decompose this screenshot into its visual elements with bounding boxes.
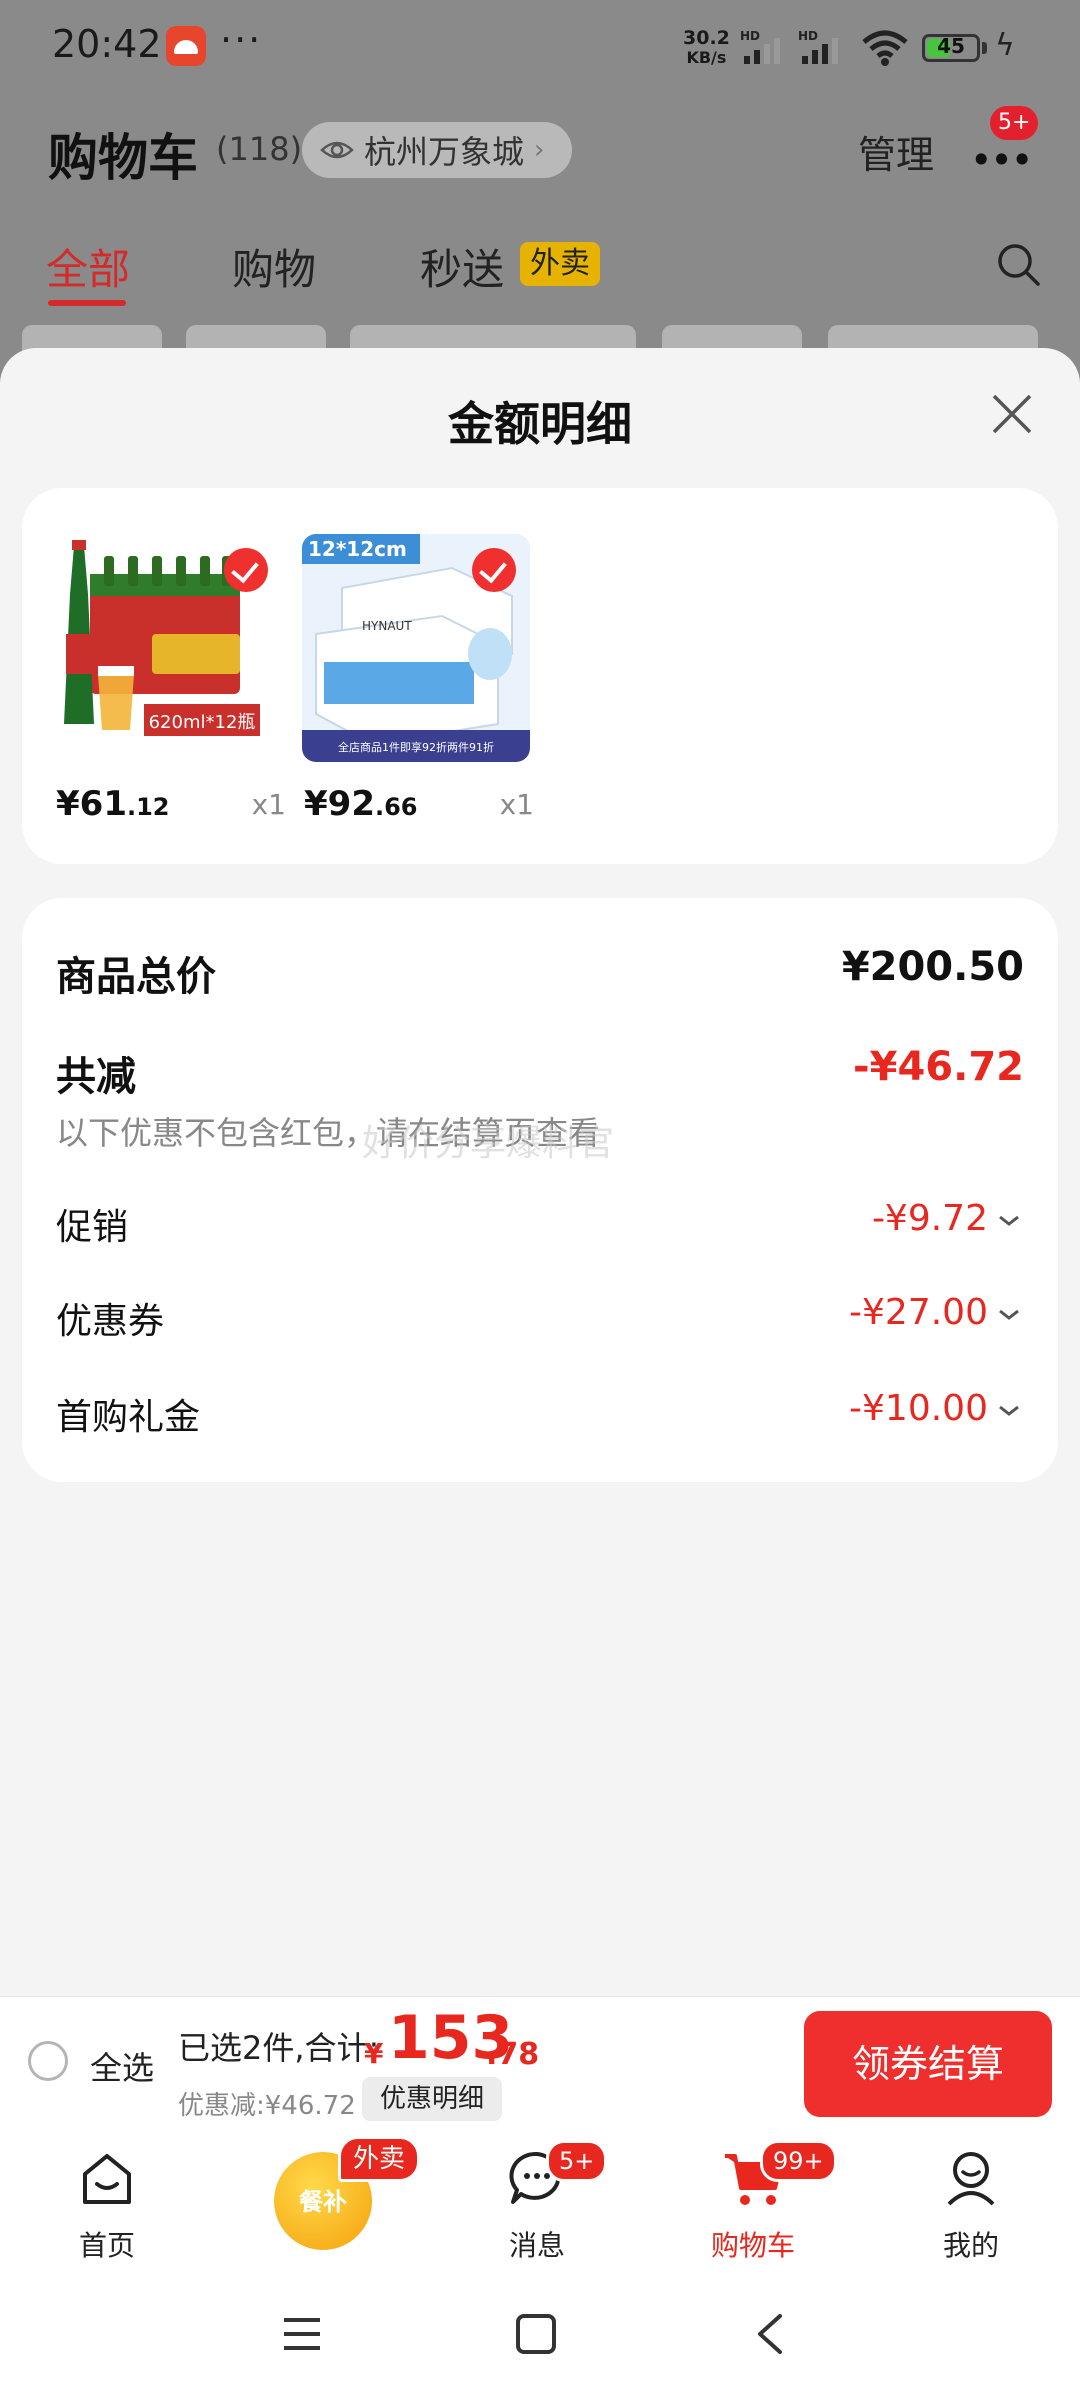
sheet-title: 金额明细	[448, 397, 632, 451]
recent-apps-icon[interactable]	[280, 2314, 324, 2354]
product-price-int: ¥92	[304, 784, 375, 824]
app-notification-icon	[166, 26, 206, 66]
system-navigation-bar	[0, 2270, 1080, 2400]
battery-level: 45	[937, 34, 965, 58]
coupon-label: 优惠券	[56, 1301, 165, 1342]
reduction-value: -¥46.72	[853, 1044, 1024, 1090]
search-icon[interactable]	[996, 242, 1042, 288]
product-price: ¥92.66	[304, 784, 418, 824]
product-quantity: x1	[499, 788, 534, 821]
eye-icon	[320, 141, 354, 159]
nav-profile[interactable]: 我的	[896, 2148, 1046, 2264]
watermark: 好价分享爆料官	[362, 1123, 615, 1164]
product-price-int: ¥61	[56, 784, 127, 824]
network-speed: 30.2 KB/s	[683, 28, 730, 68]
tab-all[interactable]: 全部	[46, 236, 130, 297]
bottom-tab-bar: 首页 5+ 消息 99+ 购物车 我的	[0, 2130, 1080, 2270]
total-price-value: ¥200.50	[841, 944, 1024, 990]
product-quantity: x1	[251, 788, 286, 821]
nav-home-label: 首页	[78, 2229, 135, 2262]
home-icon	[83, 2154, 131, 2204]
home-button-icon[interactable]	[514, 2312, 558, 2356]
product-price-dec: .66	[374, 793, 418, 821]
promotion-label: 促销	[56, 1207, 129, 1248]
nav-messages-label: 消息	[508, 2229, 565, 2262]
total-amount-dec: .78	[486, 2037, 540, 2072]
wipes-promo-caption: 全店商品1件即享92折两件91折	[338, 740, 494, 754]
price-detail-card: 商品总价 ¥200.50 共减 -¥46.72 以下优惠不包含红包，请在结算页查…	[22, 898, 1058, 1482]
amount-detail-sheet: 金额明细 620ml*12瓶 ¥61.12 x1 12*12cm HYNAUT …	[0, 348, 1080, 1998]
waimai-badge: 外卖	[338, 2136, 421, 2182]
back-icon[interactable]	[752, 2312, 788, 2356]
discount-detail-button[interactable]: 优惠明细	[362, 2077, 503, 2121]
nav-cart-label: 购物车	[710, 2229, 795, 2262]
wipes-size-label: 12*12cm	[308, 537, 407, 561]
product-item[interactable]: 12*12cm HYNAUT 全店商品1件即享92折两件91折 ¥92.66 x…	[302, 534, 534, 824]
cart-badge: 99+	[760, 2140, 837, 2182]
product-price: ¥61.12	[56, 784, 170, 824]
status-more-icon: ···	[220, 18, 263, 62]
signal-2-tag: HD	[798, 30, 818, 43]
signal-tag: HD	[740, 30, 760, 43]
checked-icon[interactable]	[472, 548, 516, 592]
wifi-icon	[862, 30, 908, 66]
active-tab-indicator	[48, 300, 126, 306]
checkout-button[interactable]: 领券结算	[804, 2011, 1052, 2117]
nav-cart[interactable]: 99+ 购物车	[678, 2140, 837, 2264]
waimai-tag: 外卖	[520, 242, 600, 286]
cart-count: (118)	[216, 130, 303, 168]
product-price-dec: .12	[126, 793, 170, 821]
chevron-down-icon[interactable]	[998, 1214, 1020, 1228]
nav-home[interactable]: 首页	[32, 2148, 182, 2264]
signal-2-icon: HD	[798, 30, 838, 64]
nav-profile-label: 我的	[942, 2229, 999, 2262]
location-selector[interactable]: 杭州万象城 ›	[302, 122, 573, 178]
battery-icon: 45	[922, 34, 980, 62]
wipes-brand: HYNAUT	[362, 619, 412, 633]
discount-note: 优惠减:¥46.72	[178, 2091, 356, 2121]
manage-button[interactable]: 管理	[858, 124, 934, 179]
beer-pack-label: 620ml*12瓶	[149, 712, 256, 733]
tab-instant-delivery[interactable]: 秒送	[420, 236, 504, 297]
location-label: 杭州万象城	[364, 133, 525, 171]
status-time: 20:42	[52, 22, 162, 66]
network-speed-value: 30.2	[683, 27, 730, 49]
status-bar: 20:42 ··· 30.2 KB/s HD HD 45 ϟ	[0, 0, 1080, 95]
coupon-value[interactable]: -¥27.00	[849, 1292, 988, 1333]
chevron-right-icon: ›	[534, 135, 545, 165]
battery-tip	[982, 42, 987, 54]
select-all-checkbox[interactable]	[28, 2041, 68, 2081]
meal-subsidy-label: 餐补	[299, 2188, 347, 2216]
profile-icon	[947, 2152, 995, 2206]
tab-shopping[interactable]: 购物	[232, 236, 316, 297]
checked-icon[interactable]	[224, 548, 268, 592]
reduction-label: 共减	[56, 1054, 136, 1100]
first-purchase-gift-label: 首购礼金	[56, 1397, 201, 1438]
page-title: 购物车	[48, 129, 198, 187]
nav-messages[interactable]: 5+ 消息	[462, 2140, 612, 2264]
selected-products-card: 620ml*12瓶 ¥61.12 x1 12*12cm HYNAUT 全店商品1…	[22, 488, 1058, 864]
signal-icon: HD	[740, 30, 780, 64]
chevron-down-icon[interactable]	[998, 1404, 1020, 1418]
chevron-down-icon[interactable]	[998, 1308, 1020, 1322]
promotion-value[interactable]: -¥9.72	[872, 1198, 988, 1239]
charging-icon: ϟ	[995, 28, 1015, 63]
messages-badge: 5+	[546, 2140, 608, 2182]
total-currency: ¥	[364, 2037, 384, 2070]
select-all-label[interactable]: 全选	[90, 2043, 154, 2089]
more-badge: 5+	[990, 106, 1039, 140]
first-purchase-gift-value[interactable]: -¥10.00	[849, 1388, 988, 1429]
checkout-bar: 全选 已选2件,合计: ¥ 153 .78 优惠减:¥46.72 优惠明细 领券…	[0, 1996, 1080, 2131]
network-speed-unit: KB/s	[686, 48, 727, 67]
selected-summary: 已选2件,合计:	[178, 2029, 380, 2067]
close-icon[interactable]	[988, 390, 1036, 438]
product-image-wipes[interactable]: 12*12cm HYNAUT 全店商品1件即享92折两件91折	[302, 534, 530, 762]
product-item[interactable]: 620ml*12瓶 ¥61.12 x1	[54, 534, 286, 824]
more-menu-icon[interactable]: •••	[970, 138, 1033, 182]
product-image-beer[interactable]: 620ml*12瓶	[54, 534, 282, 762]
total-price-label: 商品总价	[56, 954, 216, 1000]
